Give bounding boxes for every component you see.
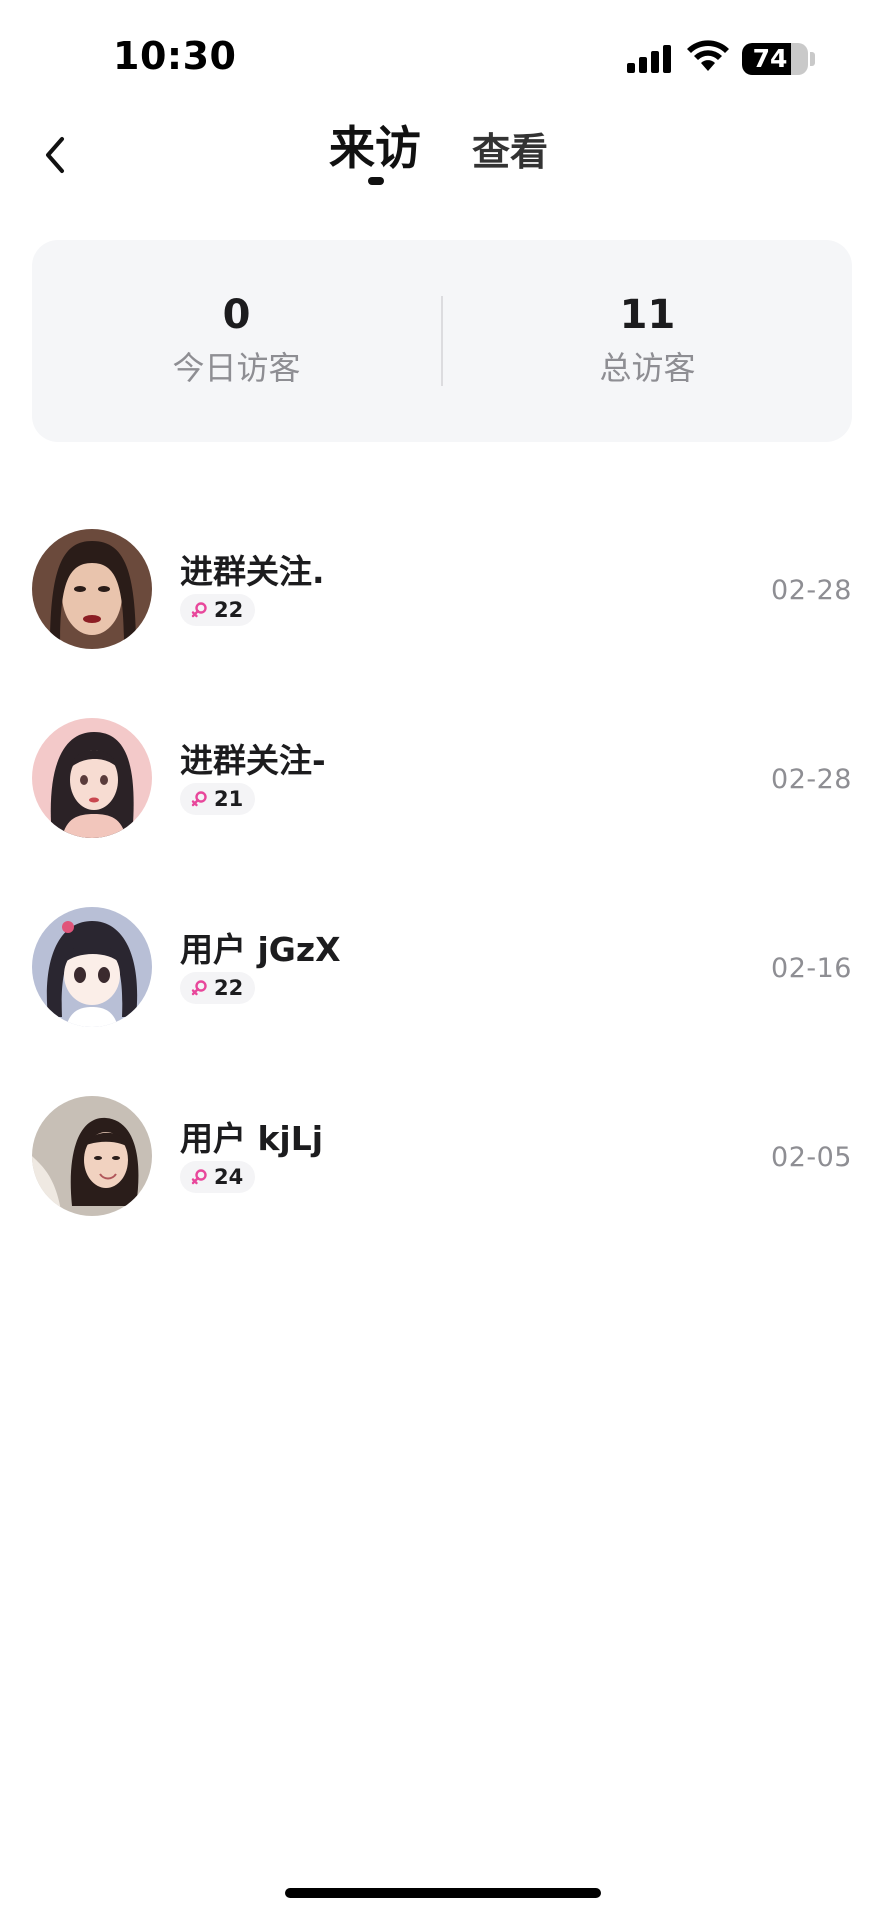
visit-date: 02-28 bbox=[771, 575, 852, 606]
tab-views[interactable]: 查看 bbox=[468, 122, 552, 182]
battery-percent: 74 bbox=[752, 44, 788, 73]
home-indicator[interactable] bbox=[285, 1888, 601, 1898]
tab-active-indicator bbox=[368, 177, 384, 185]
level-badge: 22 bbox=[180, 972, 256, 1004]
visitor-row[interactable]: 用户 kjLj 24 02-05 bbox=[0, 1092, 886, 1281]
status-time: 10:30 bbox=[113, 34, 237, 78]
visit-date: 02-05 bbox=[771, 1142, 852, 1173]
female-icon bbox=[191, 602, 207, 618]
visitor-name: 用户 kjLj bbox=[180, 1119, 324, 1158]
visitor-stats-card: 0 今日访客 11 总访客 bbox=[32, 240, 852, 442]
battery-icon: 74 bbox=[742, 43, 808, 75]
total-visitors-count: 11 bbox=[619, 292, 676, 338]
visit-date: 02-28 bbox=[771, 764, 852, 795]
visitor-name: 用户 jGzX bbox=[180, 930, 341, 969]
female-icon bbox=[191, 980, 207, 996]
total-visitors-label: 总访客 bbox=[599, 349, 696, 387]
chevron-left-icon bbox=[46, 137, 64, 173]
tab-visitors-label: 来访 bbox=[329, 121, 421, 175]
avatar[interactable] bbox=[32, 1096, 152, 1216]
avatar[interactable] bbox=[32, 907, 152, 1027]
battery-cap bbox=[810, 52, 815, 66]
tab-views-label: 查看 bbox=[471, 130, 548, 174]
level-badge: 24 bbox=[180, 1161, 256, 1193]
level-badge: 21 bbox=[180, 783, 256, 815]
today-visitors-stat: 0 今日访客 bbox=[32, 289, 441, 393]
visitor-list: 进群关注. 22 02-28 进群关注- 21 02-28 用户 jGzX 22… bbox=[0, 525, 886, 1281]
total-visitors-stat: 11 总访客 bbox=[443, 289, 852, 393]
avatar[interactable] bbox=[32, 529, 152, 649]
level-value: 22 bbox=[214, 598, 244, 622]
visit-date: 02-16 bbox=[771, 953, 852, 984]
level-badge: 22 bbox=[180, 594, 256, 626]
visitor-row[interactable]: 进群关注. 22 02-28 bbox=[0, 525, 886, 714]
back-button[interactable] bbox=[30, 130, 80, 180]
wifi-icon bbox=[687, 40, 729, 71]
visitor-row[interactable]: 用户 jGzX 22 02-16 bbox=[0, 903, 886, 1092]
visitor-name: 进群关注- bbox=[180, 741, 326, 780]
female-icon bbox=[191, 791, 207, 807]
visitor-name: 进群关注. bbox=[180, 552, 325, 591]
level-value: 24 bbox=[214, 1165, 244, 1189]
level-value: 21 bbox=[214, 787, 244, 811]
today-visitors-count: 0 bbox=[222, 292, 251, 338]
status-bar: 10:30 74 bbox=[0, 0, 886, 100]
level-value: 22 bbox=[214, 976, 244, 1000]
female-icon bbox=[191, 1169, 207, 1185]
tab-visitors[interactable]: 来访 bbox=[320, 113, 430, 185]
visitor-row[interactable]: 进群关注- 21 02-28 bbox=[0, 714, 886, 903]
today-visitors-label: 今日访客 bbox=[172, 349, 301, 387]
avatar[interactable] bbox=[32, 718, 152, 838]
signal-icon bbox=[627, 45, 673, 73]
